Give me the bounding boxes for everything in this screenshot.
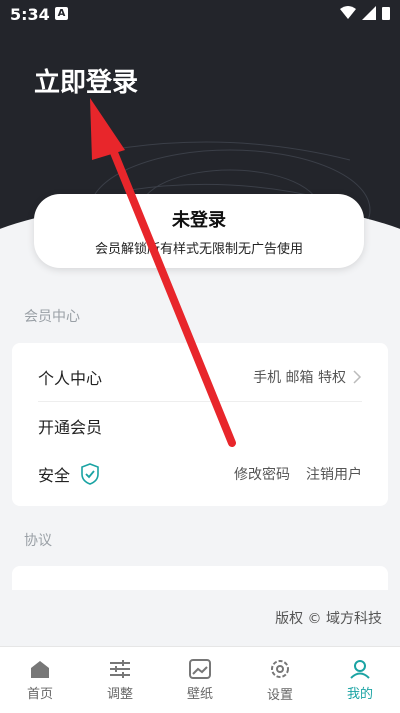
tab-settings[interactable]: 设置 xyxy=(240,647,320,713)
tab-label: 我的 xyxy=(346,686,373,702)
gear-icon xyxy=(271,659,289,678)
status-time: 5:34 xyxy=(10,5,50,24)
tab-home[interactable]: 首页 xyxy=(0,647,80,713)
signal-icon xyxy=(362,6,376,20)
agreement-panel xyxy=(12,566,388,590)
tab-wallpaper[interactable]: 壁纸 xyxy=(160,647,240,713)
bottom-tab-bar: 首页 调整 壁纸 设置 我的 xyxy=(0,646,400,713)
row-security: 安全 修改密码 注销用户 xyxy=(12,450,388,498)
tab-mine[interactable]: 我的 xyxy=(320,647,400,713)
card-title: 未登录 xyxy=(172,210,226,231)
home-icon xyxy=(31,660,49,678)
tab-label: 壁纸 xyxy=(186,686,213,702)
row-label: 安全 xyxy=(38,466,71,485)
change-password-link[interactable]: 修改密码 xyxy=(234,464,290,484)
wifi-icon xyxy=(340,6,356,19)
row-open-membership[interactable]: 开通会员 xyxy=(12,402,388,450)
status-bar: 5:34 A xyxy=(0,0,400,30)
row-label: 开通会员 xyxy=(38,418,103,437)
section-label-member: 会员中心 xyxy=(24,309,80,325)
tab-label: 首页 xyxy=(26,686,53,702)
delete-account-link[interactable]: 注销用户 xyxy=(306,464,362,484)
login-button[interactable]: 立即登录 xyxy=(34,62,138,99)
tab-label: 设置 xyxy=(266,687,293,703)
chevron-right-icon xyxy=(353,370,362,384)
tab-adjust[interactable]: 调整 xyxy=(80,647,160,713)
card-subtitle: 会员解锁所有样式无限制无广告使用 xyxy=(94,242,303,257)
sliders-icon xyxy=(110,659,130,678)
status-icons xyxy=(340,6,390,20)
member-panel: 个人中心 手机 邮箱 特权 开通会员 安全 修改密码 注销用户 xyxy=(12,343,388,506)
notification-icon: A xyxy=(55,7,68,20)
user-icon xyxy=(350,659,370,679)
row-personal-center[interactable]: 个人中心 手机 邮箱 特权 xyxy=(12,353,388,401)
section-label-agreement: 协议 xyxy=(24,533,52,549)
row-label: 个人中心 xyxy=(38,369,103,388)
row-right-text: 手机 邮箱 特权 xyxy=(253,370,346,386)
battery-icon xyxy=(382,7,390,20)
tab-label: 调整 xyxy=(106,686,133,702)
image-icon xyxy=(189,658,211,679)
shield-check-icon xyxy=(81,463,99,485)
membership-card[interactable]: 未登录 会员解锁所有样式无限制无广告使用 xyxy=(34,194,364,268)
copyright-text: 版权 © 域方科技 xyxy=(275,611,382,627)
